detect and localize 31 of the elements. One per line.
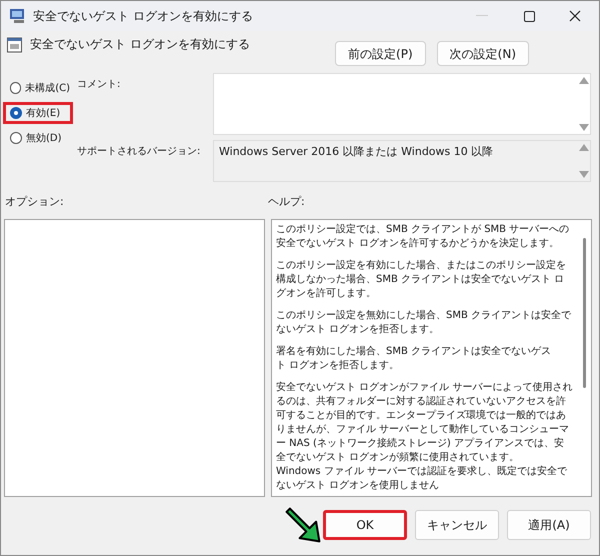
computer-icon bbox=[9, 8, 27, 24]
help-paragraph: このポリシー設定を無効にした場合、SMB クライアントは安全でないゲスト ログオンを拒否します。 bbox=[276, 308, 572, 336]
help-paragraph: このポリシー設定では、SMB クライアントが SMB サーバーへの安全でないゲスト ログオンを許可するかどうかを決定します。 bbox=[276, 222, 570, 250]
comment-field[interactable] bbox=[213, 73, 591, 135]
scroll-up-icon[interactable] bbox=[579, 77, 589, 84]
close-icon[interactable] bbox=[569, 10, 581, 22]
supported-label: サポートされるバージョン: bbox=[77, 145, 202, 159]
radio-option[interactable]: 未構成(C) bbox=[3, 77, 73, 99]
help-paragraph: 安全でないゲスト ログオンがファイル サーバーによって使用されるのは、共有フォルダーに対する認証されていないアクセスを許可することが目的です。エンタープライズ環境では一般的ではありませんが、ファイル サーバーとして動作しているコンシューマー NAS (ネットワーク接続ストレージ) アプライアンスでは、安全でないゲスト ログオンが頻繁に使用されています。Windows ファイル サーバーでは認証を要求し、既定では安全でないゲスト ログオンを使用しません bbox=[276, 380, 573, 492]
options-label: オプション: bbox=[4, 194, 65, 210]
dialog-button[interactable]: キャンセル bbox=[415, 510, 499, 540]
scroll-up-icon[interactable] bbox=[579, 144, 589, 151]
scroll-down-icon[interactable] bbox=[579, 124, 589, 131]
maximize-icon[interactable] bbox=[524, 10, 535, 22]
help-label: ヘルプ: bbox=[268, 194, 305, 210]
help-paragraph: このポリシー設定を有効にした場合、またはこのポリシー設定を構成しなかった場合、SMB クライアントは安全でないゲスト ログオンを許可します。 bbox=[276, 258, 567, 300]
policy-title: 安全でないゲスト ログオンを有効にする bbox=[30, 36, 250, 53]
help-paragraph: 署名を有効にした場合、SMB クライアントは安全でないゲスト ログオンを拒否します。 bbox=[276, 344, 552, 372]
dialog-button[interactable]: 適用(A) bbox=[507, 510, 591, 540]
nav-button[interactable]: 前の設定(P) bbox=[335, 41, 426, 66]
scroll-down-icon[interactable] bbox=[579, 171, 589, 178]
supported-version: Windows Server 2016 以降または Windows 10 以降 bbox=[218, 144, 494, 160]
policy-icon bbox=[7, 37, 22, 53]
minimize-icon[interactable] bbox=[476, 15, 488, 17]
arrow-icon bbox=[285, 507, 321, 543]
dialog-button[interactable]: OK bbox=[323, 510, 407, 540]
radio-option[interactable]: 有効(E) bbox=[3, 102, 73, 124]
comment-label: コメント: bbox=[77, 78, 122, 92]
radio-option[interactable]: 無効(D) bbox=[3, 127, 73, 149]
nav-button[interactable]: 次の設定(N) bbox=[436, 41, 529, 66]
window-title: 安全でないゲスト ログオンを有効にする bbox=[33, 8, 253, 25]
